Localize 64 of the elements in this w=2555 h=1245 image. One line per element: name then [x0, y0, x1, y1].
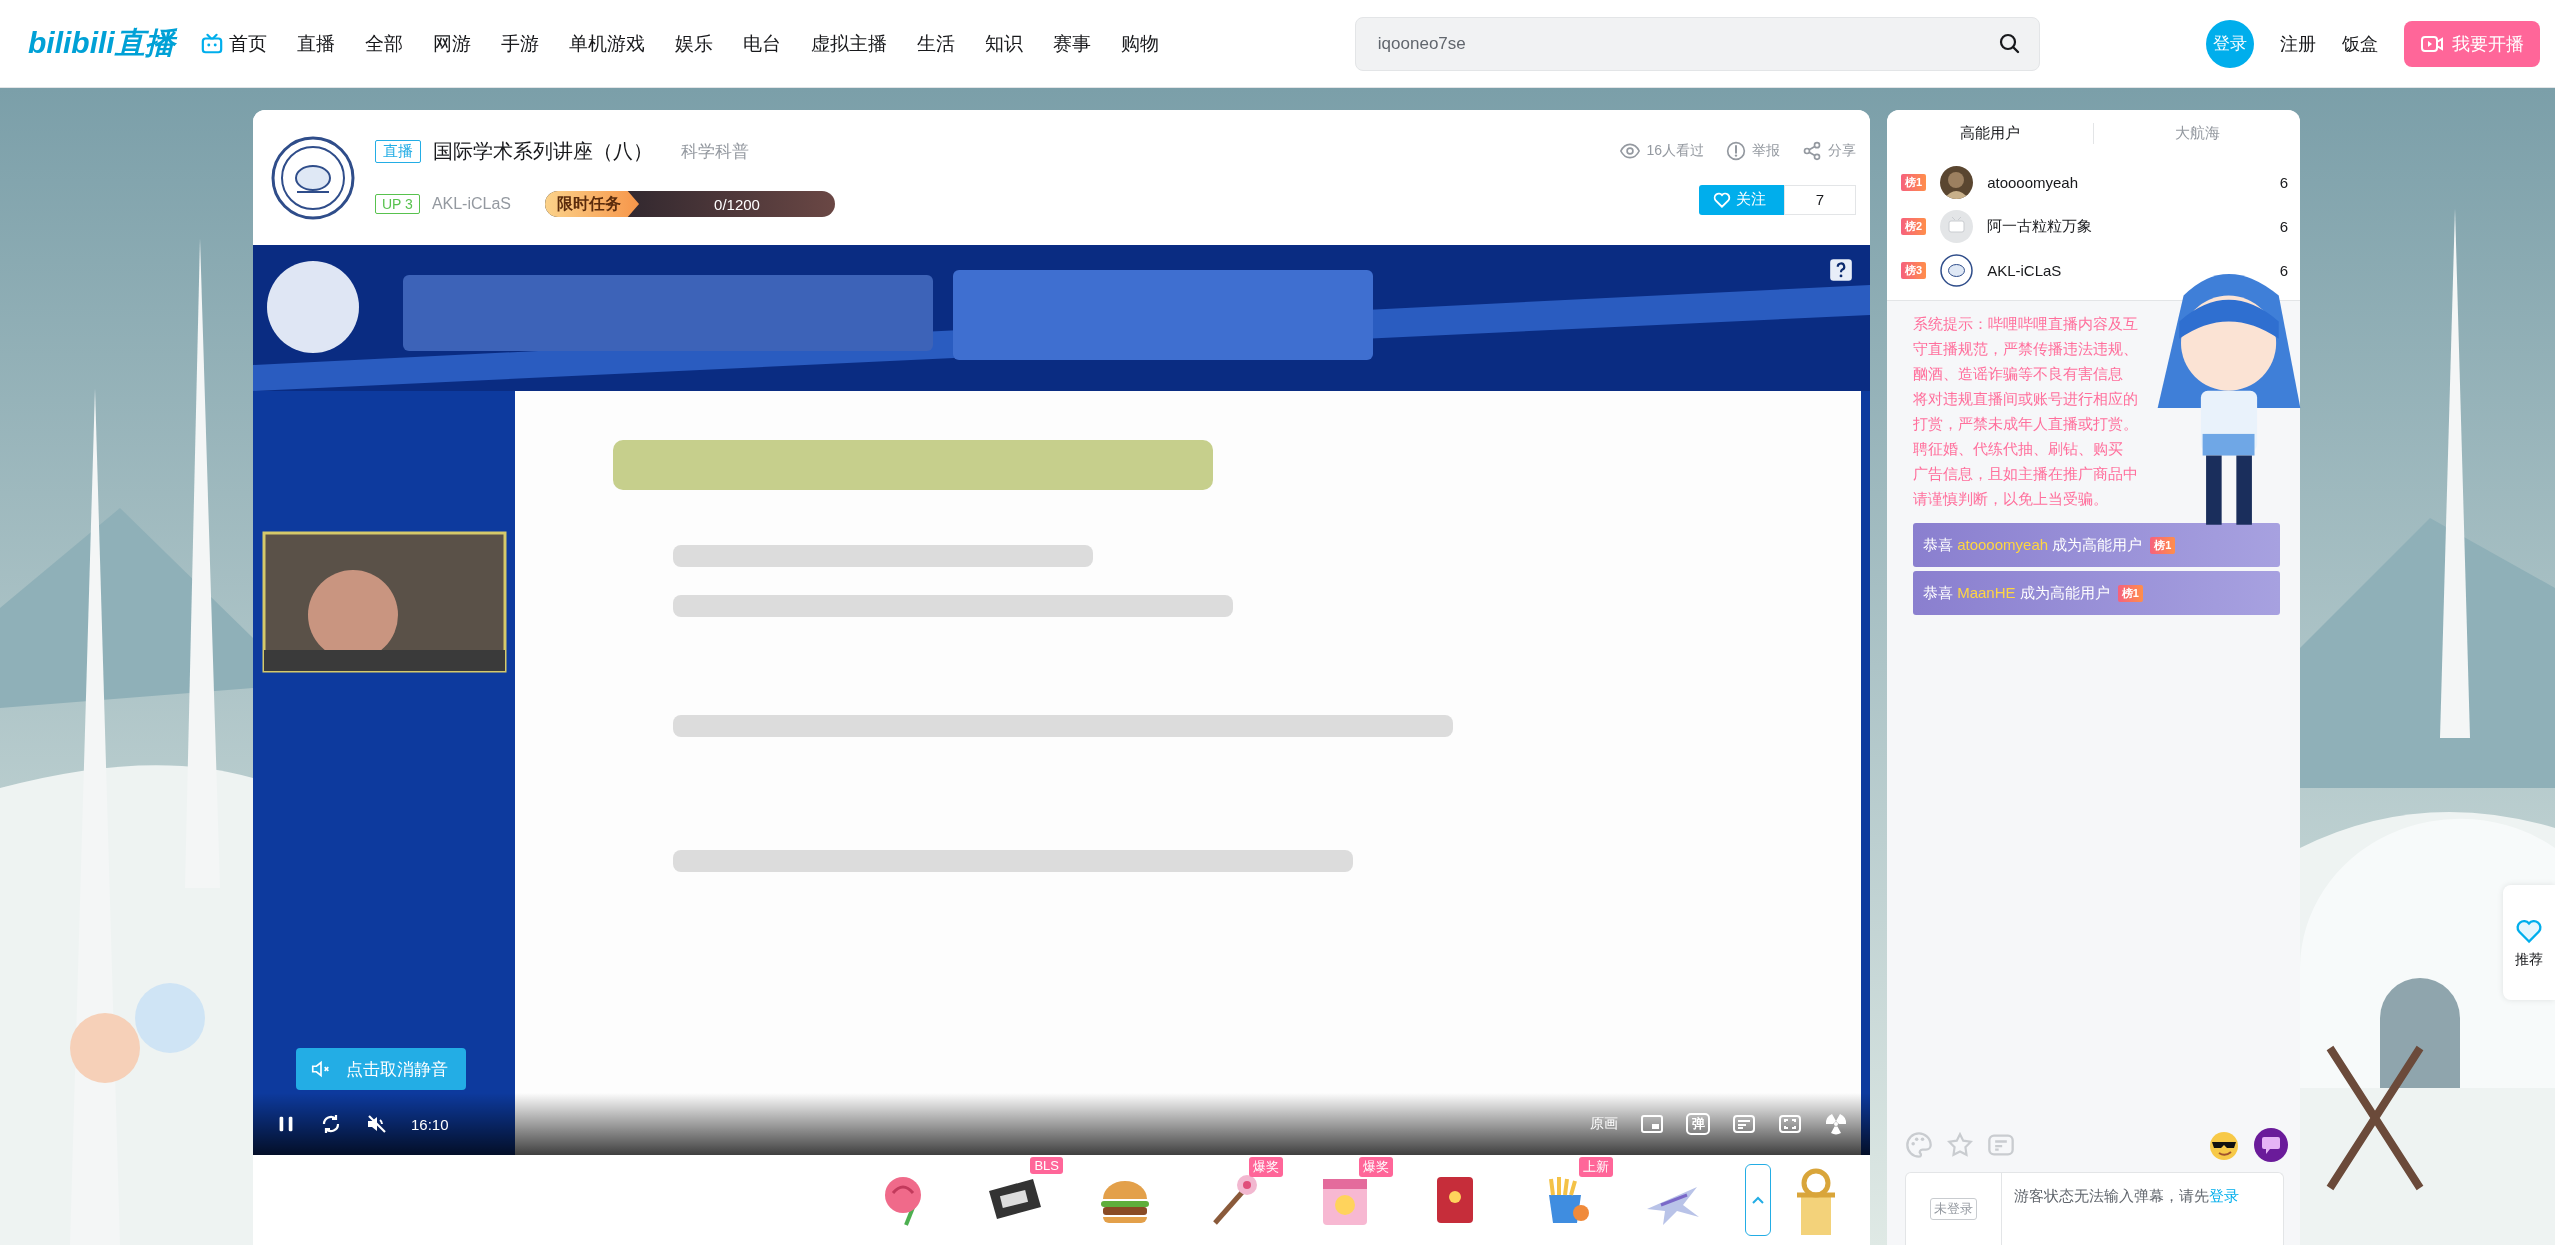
user-score: 6: [2279, 173, 2288, 191]
expand-button[interactable]: [1745, 1164, 1771, 1236]
notice-text: 恭喜 atoooomyeah 成为高能用户: [1923, 535, 2143, 555]
task-progress-text: 0/1200: [713, 195, 761, 213]
user-name[interactable]: atoooomyeah: [1987, 173, 2266, 191]
nav-link[interactable]: 知识: [984, 30, 1023, 57]
rank-badge: 榜3: [1901, 261, 1927, 279]
gift-badge: 爆奖: [1359, 1157, 1393, 1177]
default-avatar-icon: [1940, 209, 1974, 243]
live-tag: 直播: [375, 140, 421, 163]
heart-icon: [1713, 190, 1731, 209]
fullscreen-icon[interactable]: [1778, 1112, 1802, 1136]
nav-link[interactable]: 赛事: [1052, 30, 1091, 57]
nav-link[interactable]: 饭盒: [2342, 31, 2378, 56]
room-title: 国际学术系列讲座（八）: [433, 139, 653, 164]
nav-link[interactable]: 虚拟主播: [810, 30, 887, 57]
search-icon[interactable]: [1997, 31, 2022, 56]
nav-link[interactable]: 全部: [364, 30, 403, 57]
share-icon: [1802, 140, 1822, 161]
nav-link[interactable]: 电台: [742, 30, 781, 57]
gift-badge: BLS: [1030, 1157, 1063, 1174]
view-count: 16人看过: [1646, 141, 1704, 160]
guest-prompt: 游客状态无法输入弹幕，请先登录: [2013, 1186, 2240, 1206]
tab[interactable]: 高能用户: [1887, 122, 2094, 144]
nav-link[interactable]: 手游: [500, 30, 539, 57]
nav-link[interactable]: 单机游戏: [568, 30, 645, 57]
user-score: 6: [2279, 261, 2288, 279]
rank-badge: 榜1: [2117, 584, 2143, 602]
gift-badge: 爆奖: [1249, 1157, 1283, 1177]
nav-link[interactable]: 注册: [2280, 31, 2316, 56]
search-field[interactable]: iqooneo7se: [1354, 16, 2040, 71]
danmaku-settings-icon[interactable]: [1732, 1112, 1756, 1136]
chevron-up-icon: [1751, 1195, 1765, 1205]
rank-badge: 榜1: [2150, 536, 2176, 554]
nav-link[interactable]: 网游: [432, 30, 471, 57]
channel-emblem-icon: [271, 135, 355, 220]
user-name[interactable]: AKL-iCLaS: [1987, 261, 2266, 279]
system-notice: 系统提示：哔哩哔哩直播内容及互 守直播规范，严禁传播违法违规、 酗酒、造谣诈骗等不良有害信息 将对违规直播间或账号进行相应的 打赏，严禁未成年人直播或打赏。 聘征婚、代练代抽、刷钻、购买 广告信息，且如主播在推广商品中 请谨慎判断，以免上当受骗。: [1912, 314, 2139, 509]
follower-count: 7: [1784, 184, 1856, 215]
time-display: 16:10: [411, 1115, 449, 1133]
emblem-avatar-icon: [1940, 253, 1974, 287]
chat-bubble-icon[interactable]: [2254, 1128, 2288, 1162]
tv-icon: [200, 32, 223, 55]
rank-badge: 榜2: [1901, 217, 1927, 235]
gift-badge: 上新: [1579, 1157, 1613, 1177]
nav-link[interactable]: 直播: [296, 30, 335, 57]
nav-link[interactable]: 购物: [1120, 30, 1159, 57]
alert-icon: [1726, 140, 1746, 161]
user-name[interactable]: 阿一古粒粒万象: [1987, 216, 2266, 236]
nav-link[interactable]: 娱乐: [674, 30, 713, 57]
nav-link[interactable]: 首页: [200, 30, 267, 57]
level-tag: UP 3: [375, 194, 420, 214]
picture-in-picture-icon[interactable]: [1640, 1112, 1664, 1136]
notice-text: 恭喜 MaanHE 成为高能用户: [1923, 583, 2110, 603]
user-score: 6: [2279, 217, 2288, 235]
star-icon[interactable]: [1947, 1132, 1973, 1158]
rank-badge: 榜1: [1901, 173, 1927, 191]
help-icon[interactable]: [1828, 257, 1854, 283]
mute-icon: [310, 1058, 332, 1080]
guest-badge: 未登录: [1930, 1198, 1977, 1220]
radiation-icon[interactable]: [1824, 1112, 1848, 1136]
task-label: 限时任务: [545, 191, 640, 217]
nav-link[interactable]: 生活: [916, 30, 955, 57]
sunglasses-emoji-icon[interactable]: [2208, 1129, 2240, 1161]
